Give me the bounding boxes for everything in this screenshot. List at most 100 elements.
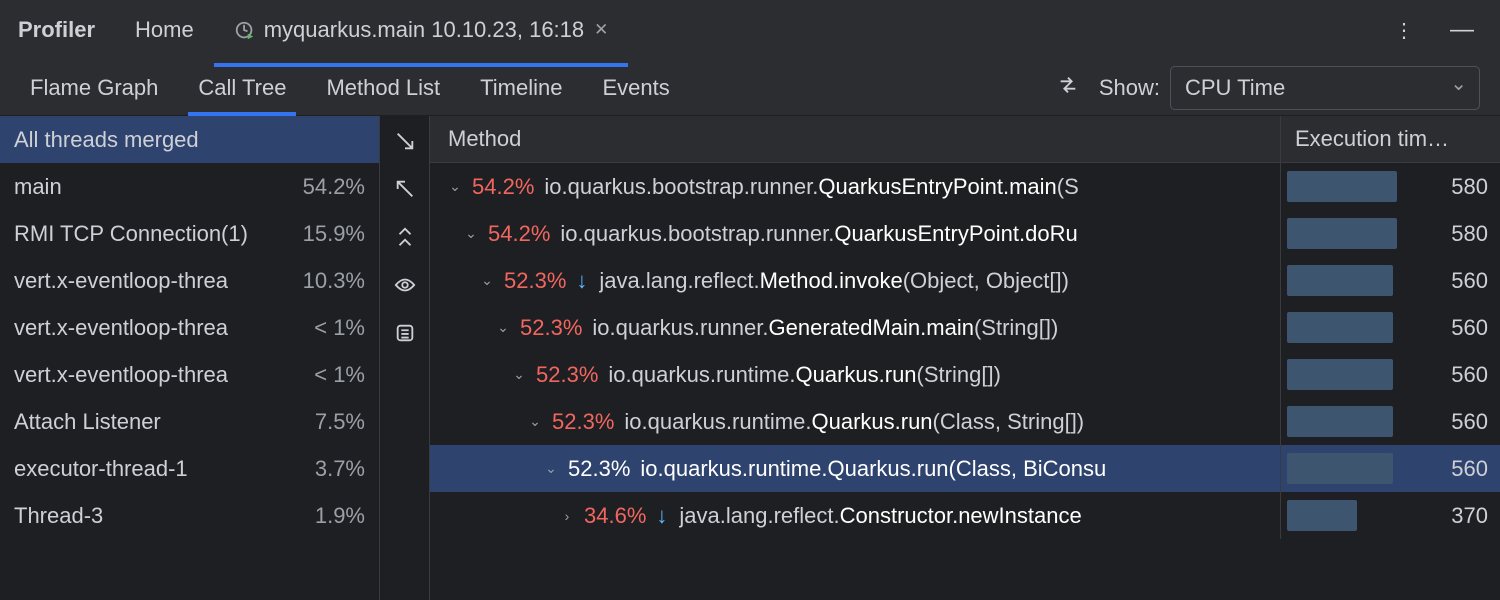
thread-percent: 15.9% [303, 221, 365, 247]
chevron-down-icon[interactable]: ⌄ [492, 319, 514, 336]
execution-time-bar [1287, 312, 1393, 343]
thread-percent: 3.7% [315, 456, 365, 482]
thread-percent: < 1% [314, 315, 365, 341]
tab-snapshot[interactable]: myquarkus.main 10.10.23, 16:18 ✕ [214, 3, 629, 57]
chevron-down-icon[interactable]: ⌄ [444, 178, 466, 195]
thread-name: vert.x-eventloop-threa [14, 268, 228, 294]
execution-time-cell: 370 [1280, 492, 1500, 539]
tree-row[interactable]: ⌄ 52.3% io.quarkus.runtime.Quarkus.run(Cla… [430, 445, 1500, 492]
tree-toolbar [380, 116, 430, 600]
execution-time-value: 560 [1451, 362, 1488, 388]
thread-row[interactable]: Attach Listener7.5% [0, 398, 379, 445]
thread-row[interactable]: vert.x-eventloop-threa < 1% [0, 351, 379, 398]
tab-home[interactable]: Home [115, 3, 214, 57]
list-icon[interactable] [394, 322, 416, 350]
thread-row[interactable]: All threads merged [0, 116, 379, 163]
thread-name: vert.x-eventloop-threa [14, 362, 228, 388]
minimize-icon[interactable]: — [1434, 16, 1490, 44]
chevron-down-icon[interactable]: ⌄ [460, 225, 482, 242]
thread-percent: 1.9% [315, 503, 365, 529]
eye-icon[interactable] [394, 274, 416, 302]
chevron-right-icon[interactable]: › [556, 508, 578, 524]
chevron-down-icon[interactable]: ⌄ [524, 413, 546, 430]
column-header-execution-time[interactable]: Execution tim… [1280, 116, 1500, 162]
tree-row[interactable]: ⌄54.2%io.quarkus.bootstrap.runner.Quarku… [430, 210, 1500, 257]
subtab-flame-graph[interactable]: Flame Graph [10, 61, 178, 115]
execution-time-value: 560 [1451, 456, 1488, 482]
thread-row[interactable]: main54.2% [0, 163, 379, 210]
execution-time-value: 560 [1451, 268, 1488, 294]
execution-time-bar [1287, 453, 1393, 484]
method-signature: io.quarkus.runner.GeneratedMain.main(Str… [592, 315, 1274, 341]
execution-time-bar [1287, 500, 1357, 531]
percent: 52.3% [552, 409, 614, 435]
thread-percent: < 1% [314, 362, 365, 388]
execution-time-value: 560 [1451, 409, 1488, 435]
thread-row[interactable]: vert.x-eventloop-threa < 1% [0, 304, 379, 351]
method-signature: io.quarkus.bootstrap.runner.QuarkusEntry… [544, 174, 1274, 200]
thread-percent: 54.2% [303, 174, 365, 200]
more-options-icon[interactable]: ⋮ [1376, 18, 1434, 43]
thread-name: RMI TCP Connection(1) [14, 221, 248, 247]
thread-name: Attach Listener [14, 409, 161, 435]
thread-name: vert.x-eventloop-threa [14, 315, 228, 341]
execution-time-cell: 560 [1280, 398, 1500, 445]
subtab-events[interactable]: Events [583, 61, 690, 115]
execution-time-cell: 560 [1280, 257, 1500, 304]
chevron-down-icon[interactable]: ⌄ [540, 460, 562, 477]
execution-time-value: 580 [1451, 221, 1488, 247]
percent: 52.3% [568, 456, 630, 482]
filtered-call-icon: ↓ [576, 268, 587, 294]
execution-time-value: 580 [1451, 174, 1488, 200]
tree-row[interactable]: ⌄54.2%io.quarkus.bootstrap.runner.Quarku… [430, 163, 1500, 210]
execution-time-value: 370 [1451, 503, 1488, 529]
swap-focus-icon[interactable] [1037, 74, 1099, 102]
thread-row[interactable]: Thread-3 1.9% [0, 492, 379, 539]
show-label: Show: [1099, 75, 1160, 101]
tool-window-title: Profiler [10, 3, 115, 57]
thread-row[interactable]: executor-thread-13.7% [0, 445, 379, 492]
method-signature: io.quarkus.bootstrap.runner.QuarkusEntry… [560, 221, 1274, 247]
percent: 34.6% [584, 503, 646, 529]
method-signature: io.quarkus.runtime.Quarkus.run(Class, Bi… [640, 456, 1274, 482]
execution-time-value: 560 [1451, 315, 1488, 341]
tree-row[interactable]: ⌄ 52.3% io.quarkus.runtime.Quarkus.run(Str… [430, 351, 1500, 398]
thread-percent: 10.3% [303, 268, 365, 294]
metric-dropdown[interactable]: CPU Time [1170, 66, 1480, 110]
tree-row[interactable]: ⌄ 52.3% io.quarkus.runner.GeneratedMain.ma… [430, 304, 1500, 351]
percent: 52.3% [536, 362, 598, 388]
tree-row[interactable]: ⌄ 52.3% io.quarkus.runtime.Quarkus.run(Cla… [430, 398, 1500, 445]
method-signature: java.lang.reflect.Constructor.newInstanc… [679, 503, 1274, 529]
execution-time-cell: 580 [1280, 210, 1500, 257]
tree-row[interactable]: ⌄ 52.3% ↓ java.lang.reflect.Method.invoke(O… [430, 257, 1500, 304]
method-signature: io.quarkus.runtime.Quarkus.run(String[]) [608, 362, 1274, 388]
percent: 52.3% [520, 315, 582, 341]
column-header-method[interactable]: Method [430, 126, 1280, 152]
tab-snapshot-label: myquarkus.main 10.10.23, 16:18 [264, 17, 584, 43]
thread-name: Thread-3 [14, 503, 103, 529]
percent: 52.3% [504, 268, 566, 294]
method-signature: java.lang.reflect.Method.invoke(Object, … [599, 268, 1274, 294]
thread-row[interactable]: RMI TCP Connection(1) 15.9% [0, 210, 379, 257]
subtab-timeline[interactable]: Timeline [460, 61, 582, 115]
execution-time-cell: 560 [1280, 445, 1500, 492]
profiler-snapshot-icon [234, 17, 256, 43]
close-icon[interactable]: ✕ [594, 20, 608, 40]
subtab-call-tree[interactable]: Call Tree [178, 61, 306, 115]
thread-name: All threads merged [14, 127, 199, 153]
execution-time-bar [1287, 218, 1397, 249]
method-signature: io.quarkus.runtime.Quarkus.run(Class, St… [624, 409, 1274, 435]
execution-time-bar [1287, 265, 1393, 296]
tree-row[interactable]: › 34.6% ↓ java.lang.reflect.Constructor.new… [430, 492, 1500, 539]
filtered-call-icon: ↓ [656, 503, 667, 529]
chevron-down-icon[interactable]: ⌄ [508, 366, 530, 383]
collapse-all-icon[interactable] [394, 226, 416, 254]
execution-time-cell: 560 [1280, 351, 1500, 398]
collapse-up-icon[interactable] [394, 178, 416, 206]
chevron-down-icon[interactable]: ⌄ [476, 272, 498, 289]
thread-row[interactable]: vert.x-eventloop-threa 10.3% [0, 257, 379, 304]
subtab-method-list[interactable]: Method List [306, 61, 460, 115]
execution-time-cell: 560 [1280, 304, 1500, 351]
expand-down-icon[interactable] [394, 130, 416, 158]
execution-time-cell: 580 [1280, 163, 1500, 210]
